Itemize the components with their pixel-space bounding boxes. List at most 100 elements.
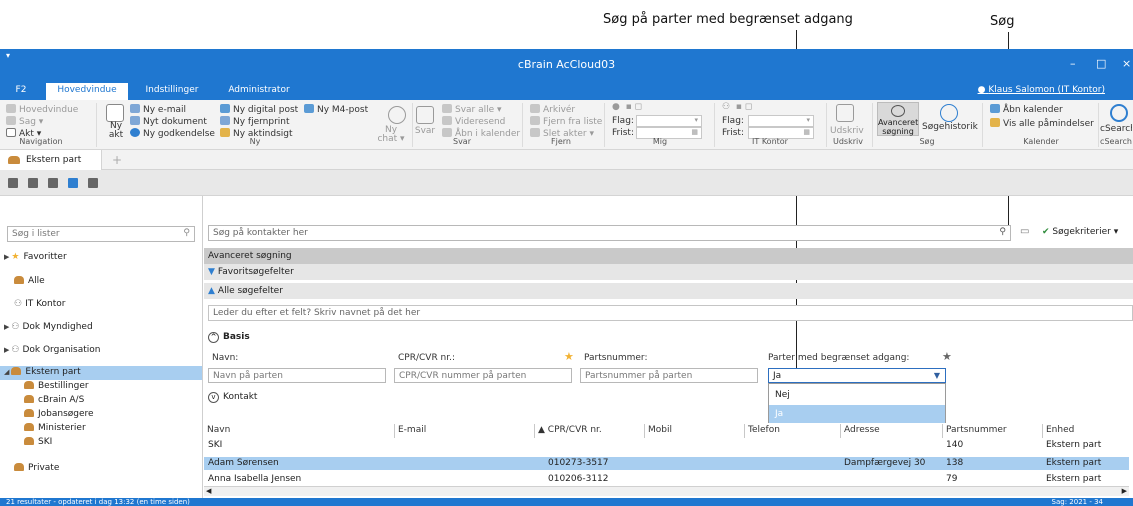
restricted-access-select[interactable]: Ja ▼ — [768, 368, 946, 383]
star-icon[interactable]: ★ — [942, 350, 952, 363]
avanceret-soegning-button[interactable]: Avanceret søgning — [877, 102, 919, 136]
column-header-navn[interactable]: Navn — [204, 424, 394, 438]
maximize-icon[interactable]: □ — [1096, 57, 1106, 70]
tab-hovedvindue[interactable]: Hovedvindue — [46, 83, 128, 100]
group-mig-label: Mig — [652, 137, 668, 146]
list-search-input[interactable]: Søg i lister ⚲ — [7, 226, 195, 242]
kontakt-section-toggle[interactable]: v Kontakt — [208, 392, 257, 403]
mig-person-icon[interactable]: ● ▪ ◻ — [612, 102, 642, 112]
nav-hovedvindue-button[interactable]: Hovedvindue — [6, 104, 78, 115]
people-icon — [24, 381, 34, 389]
list-item-ski[interactable]: SKI — [0, 436, 202, 450]
it-kontor-icon[interactable]: ⚇ ▪ ◻ — [722, 102, 752, 112]
cell-partsnummer: 138 — [946, 458, 964, 468]
search-criteria-button[interactable]: ✔ Søgekriterier ▾ — [1042, 227, 1118, 237]
scroll-right-icon[interactable]: ▶ — [1122, 487, 1127, 495]
expand-icon[interactable]: ▶ — [4, 346, 9, 354]
list-item-ekstern-part[interactable]: ◢ Ekstern part — [0, 366, 202, 380]
group-csearch-label: cSearch — [1100, 137, 1132, 146]
insight-icon — [220, 128, 230, 137]
column-header-email[interactable]: E-mail — [394, 424, 534, 438]
arkiver-button[interactable]: Arkivér — [530, 104, 575, 115]
nyt-dokument-button[interactable]: Nyt dokument — [130, 116, 207, 127]
mig-flag-select[interactable]: ▾ — [636, 115, 702, 127]
nav-sag-button[interactable]: Sag ▾ — [6, 116, 43, 127]
list-item-ministerier[interactable]: Ministerier — [0, 422, 202, 436]
close-icon[interactable]: × — [1122, 57, 1131, 70]
it-flag-select[interactable]: ▾ — [748, 115, 814, 127]
document-icon[interactable] — [8, 178, 18, 188]
list-item-jobansoegere[interactable]: Jobansøgere — [0, 408, 202, 422]
contact-search-input[interactable]: Søg på kontakter her ⚲ — [208, 225, 1011, 241]
cell-enhed: Ekstern part — [1046, 458, 1102, 468]
aabn-kalender-button[interactable]: Åbn kalender — [990, 104, 1063, 115]
column-header-telefon[interactable]: Telefon — [744, 424, 840, 438]
email-icon — [130, 104, 140, 113]
fjern-fra-liste-button[interactable]: Fjern fra liste — [530, 116, 602, 127]
table-row[interactable]: Adam Sørensen 010273-3517 Dampfærgevej 3… — [204, 457, 1129, 470]
svar-button[interactable]: Svar — [412, 126, 438, 136]
option-nej[interactable]: Nej — [769, 386, 945, 404]
ny-digital-post-button[interactable]: Ny digital post — [220, 104, 298, 115]
csearch-button[interactable]: cSearch — [1100, 124, 1132, 134]
expand-icon[interactable]: ▶ — [4, 253, 9, 261]
list-item-private[interactable]: Private — [0, 462, 202, 476]
search-icon[interactable]: ⚲ — [183, 228, 190, 238]
table-row[interactable]: Anna Isabella Jensen 010206-3112 79 Ekst… — [204, 474, 1129, 486]
navn-input[interactable]: Navn på parten — [208, 368, 386, 383]
soegehistorik-button[interactable]: Søgehistorik — [922, 122, 978, 132]
advanced-search-header: Avanceret søgning — [204, 248, 1133, 264]
add-tab-icon[interactable]: + — [112, 153, 122, 167]
ny-fjernprint-button[interactable]: Ny fjernprint — [220, 116, 290, 127]
cases-icon[interactable] — [88, 178, 98, 188]
list-item-cbrain[interactable]: cBrain A/S — [0, 394, 202, 408]
calendar-icon: ▦ — [803, 128, 810, 136]
list-item-favoritter[interactable]: ▶ ★ Favoritter — [0, 251, 202, 265]
doctab-ekstern-part[interactable]: Ekstern part — [0, 150, 102, 170]
list-icon[interactable] — [48, 178, 58, 188]
tree-icon[interactable] — [28, 178, 38, 188]
cell-cpr: 010206-3112 — [548, 474, 609, 484]
tab-f2[interactable]: F2 — [6, 83, 36, 100]
list-item-dok-organisation[interactable]: ▶ ⚇ Dok Organisation — [0, 344, 202, 358]
tab-indstillinger[interactable]: Indstillinger — [136, 83, 208, 100]
sort-asc-icon: ▲ — [538, 425, 548, 435]
basis-section-toggle[interactable]: ^ Basis — [208, 332, 250, 343]
ny-m4-post-button[interactable]: Ny M4-post — [304, 104, 368, 115]
all-fields-toggle[interactable]: ▲ Alle søgefelter — [204, 283, 1133, 299]
column-header-partsnummer[interactable]: Partsnummer — [942, 424, 1042, 438]
search-icon[interactable]: ⚲ — [999, 227, 1006, 237]
cpr-input[interactable]: CPR/CVR nummer på parten — [394, 368, 572, 383]
partsnummer-input[interactable]: Partsnummer på parten — [580, 368, 758, 383]
table-row[interactable]: SKI 140 Ekstern part — [204, 440, 1129, 452]
list-item-bestillinger[interactable]: Bestillinger — [0, 380, 202, 394]
list-item-dok-myndighed[interactable]: ▶ ⚇ Dok Myndighed — [0, 321, 202, 335]
cell-partsnummer: 79 — [946, 474, 958, 484]
scroll-left-icon[interactable]: ◀ — [206, 487, 211, 495]
column-header-adresse[interactable]: Adresse — [840, 424, 942, 438]
udskriv-button[interactable]: Udskriv — [830, 126, 864, 136]
expand-icon[interactable]: ▶ — [4, 323, 9, 331]
list-item-alle[interactable]: Alle — [0, 275, 202, 289]
column-header-enhed[interactable]: Enhed — [1042, 424, 1129, 438]
star-icon[interactable]: ★ — [564, 350, 574, 363]
option-ja[interactable]: Ja — [769, 405, 945, 423]
field-finder-input[interactable]: Leder du efter et felt? Skriv navnet på … — [208, 305, 1133, 321]
save-icon[interactable]: ▭ — [1020, 226, 1029, 237]
column-header-cpr[interactable]: ▲ CPR/CVR nr. — [534, 424, 644, 438]
chevron-down-icon: ▾ — [806, 116, 810, 124]
user-link[interactable]: ● Klaus Salomon (IT Kontor) — [978, 85, 1105, 95]
collapse-icon[interactable]: ◢ — [4, 368, 9, 376]
favorite-fields-toggle[interactable]: ▼ Favoritsøgefelter — [204, 264, 1133, 280]
horizontal-scrollbar[interactable]: ◀ ▶ — [204, 486, 1129, 496]
list-item-it-kontor[interactable]: ⚇ IT Kontor — [0, 298, 202, 312]
videresend-button[interactable]: Videresend — [442, 116, 505, 127]
people-icon[interactable] — [68, 178, 78, 188]
column-header-mobil[interactable]: Mobil — [644, 424, 744, 438]
ny-email-button[interactable]: Ny e-mail — [130, 104, 186, 115]
tab-administrator[interactable]: Administrator — [218, 83, 300, 100]
svar-alle-button[interactable]: Svar alle ▾ — [442, 104, 502, 115]
people-icon — [24, 395, 34, 403]
vis-alle-paamindelser-button[interactable]: Vis alle påmindelser — [990, 118, 1094, 129]
minimize-icon[interactable]: – — [1070, 57, 1076, 70]
